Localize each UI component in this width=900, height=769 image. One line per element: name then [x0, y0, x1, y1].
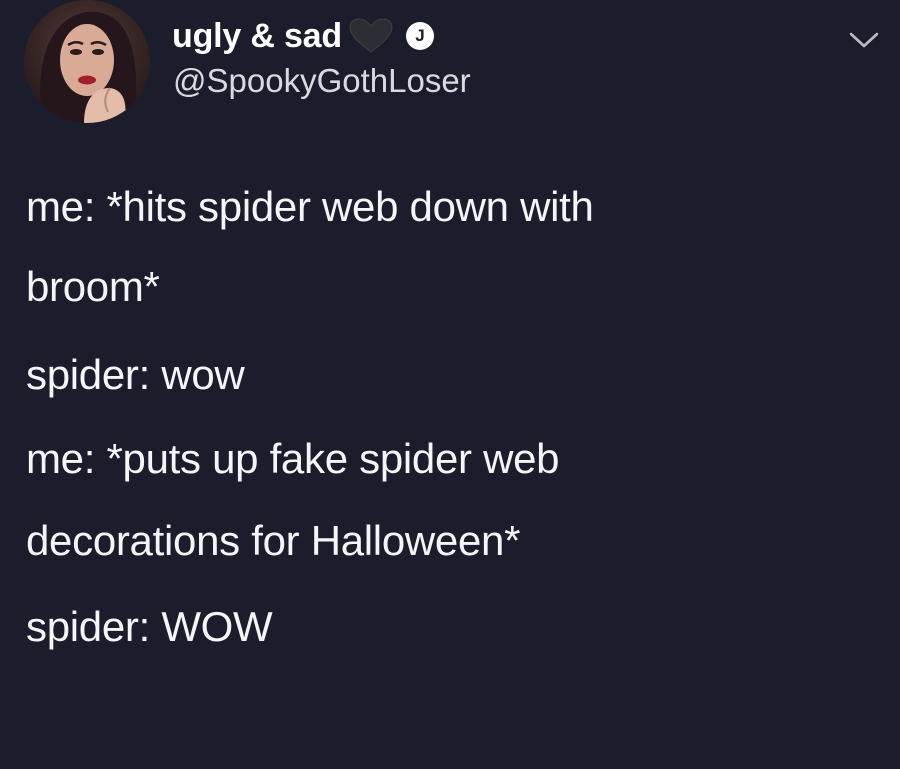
tweet-line: spider: WOW	[26, 603, 273, 650]
verified-badge-icon: J	[405, 22, 434, 50]
black-heart-icon	[348, 18, 394, 54]
tweet-line: me: *puts up fake spider web	[26, 435, 560, 482]
avatar[interactable]	[24, 0, 150, 123]
tweet-line: spider: wow	[26, 351, 245, 398]
tweet-card: ugly & sad J @SpookyGothLoser me: *hits …	[0, 0, 900, 769]
tweet-line: decorations for Halloween*	[26, 517, 521, 564]
chevron-down-icon[interactable]	[846, 26, 882, 52]
tweet-line: broom*	[26, 263, 160, 310]
display-name[interactable]: ugly & sad	[172, 17, 342, 56]
tweet-text: me: *hits spider web down with broom* sp…	[26, 186, 866, 648]
user-handle[interactable]: @SpookyGothLoser	[173, 62, 471, 100]
author-row: ugly & sad J	[172, 14, 434, 58]
tweet-line: me: *hits spider web down with	[26, 183, 594, 230]
